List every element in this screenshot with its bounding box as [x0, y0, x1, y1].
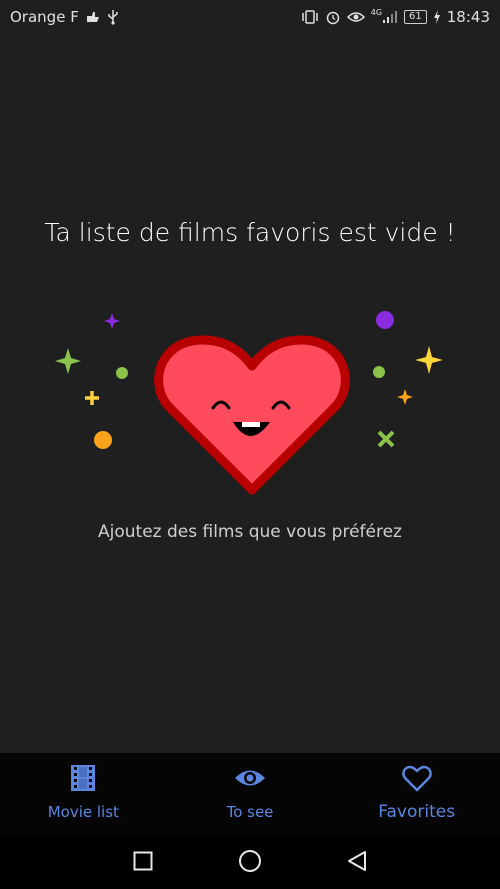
- empty-heart-illustration: [0, 300, 500, 500]
- clock: 18:43: [446, 8, 490, 26]
- sparkle-yellow: [415, 346, 443, 374]
- back-button[interactable]: [342, 848, 372, 878]
- heart-outline-icon: [401, 765, 432, 797]
- system-navigation-bar: [0, 837, 500, 889]
- empty-state-title: Ta liste de films favoris est vide !: [44, 218, 456, 247]
- nav-favorites[interactable]: Favorites: [333, 753, 500, 837]
- dot-green-left: [116, 367, 128, 379]
- sparkle-purple-small: [104, 313, 120, 329]
- vibrate-icon: [301, 10, 319, 24]
- sparkle-green-large: [55, 348, 81, 374]
- cross-green: [377, 430, 395, 448]
- status-left: Orange F: [10, 8, 119, 26]
- dot-orange: [94, 431, 112, 449]
- recents-square-icon: [133, 851, 153, 875]
- back-triangle-icon: [346, 850, 368, 876]
- status-bar: Orange F 4G 61 18:43: [0, 0, 500, 34]
- battery-level: 61: [404, 10, 427, 24]
- heart-teeth: [242, 422, 260, 427]
- empty-state-subtitle: Ajoutez des films que vous préférez: [98, 522, 402, 542]
- plus-yellow: [85, 391, 99, 405]
- nav-favorites-label: Favorites: [378, 802, 456, 822]
- status-right: 4G 61 18:43: [301, 8, 490, 26]
- hand-icon: [85, 10, 101, 24]
- charging-icon: [433, 10, 441, 24]
- home-button[interactable]: [235, 848, 265, 878]
- heart-shape: [154, 335, 350, 495]
- dot-green-right: [373, 366, 385, 378]
- eye-comfort-icon: [346, 11, 365, 23]
- alarm-icon: [325, 9, 341, 25]
- recents-button[interactable]: [128, 848, 158, 878]
- signal-icon: 4G: [370, 7, 398, 24]
- bottom-navigation: Movie list To see Favorites: [0, 753, 500, 837]
- nav-to-see[interactable]: To see: [167, 753, 334, 837]
- sparkle-orange-small: [397, 389, 413, 405]
- home-circle-icon: [238, 849, 262, 877]
- nav-to-see-label: To see: [226, 803, 274, 821]
- eye-icon: [234, 765, 266, 795]
- dot-purple: [376, 311, 394, 329]
- nav-movie-list[interactable]: Movie list: [0, 753, 167, 837]
- film-strip-icon: [71, 765, 96, 795]
- carrier-name: Orange F: [10, 8, 79, 26]
- nav-movie-list-label: Movie list: [47, 803, 119, 821]
- network-type: 4G: [370, 7, 383, 17]
- usb-icon: [107, 9, 119, 25]
